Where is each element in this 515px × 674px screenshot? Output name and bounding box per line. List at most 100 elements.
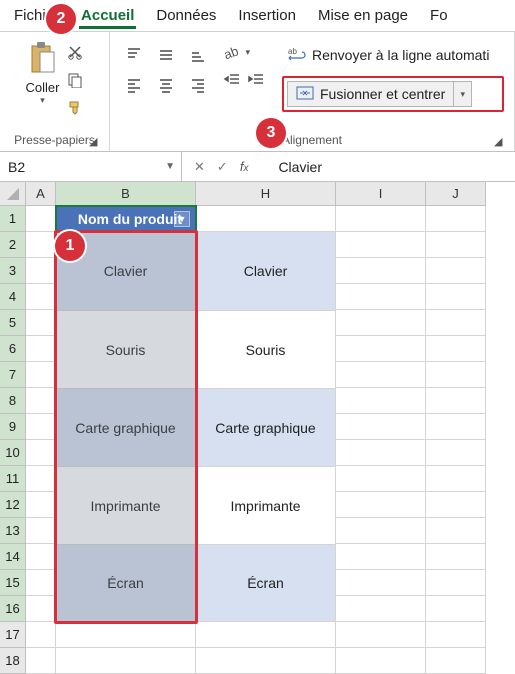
name-box-dropdown-icon[interactable]: ▼ xyxy=(165,161,175,172)
grid-cell[interactable] xyxy=(426,570,486,596)
grid-cell[interactable] xyxy=(336,388,426,414)
name-box[interactable]: B2 ▼ xyxy=(0,152,182,181)
align-top-icon[interactable] xyxy=(120,42,148,68)
paste-icon[interactable] xyxy=(25,36,61,80)
grid-cell[interactable] xyxy=(426,310,486,336)
merge-center-dropdown-icon[interactable]: ▾ xyxy=(454,81,472,107)
tab-insert[interactable]: Insertion xyxy=(236,3,298,28)
align-right-icon[interactable] xyxy=(184,72,212,98)
grid-cell[interactable] xyxy=(426,518,486,544)
grid-cell[interactable] xyxy=(26,414,56,440)
format-painter-icon[interactable] xyxy=(65,98,85,118)
paste-label[interactable]: Coller xyxy=(26,80,60,95)
cell-h-merged-4[interactable]: Imprimante xyxy=(196,466,336,544)
grid-cell[interactable] xyxy=(426,492,486,518)
grid-cell[interactable] xyxy=(426,336,486,362)
grid-cell[interactable] xyxy=(336,336,426,362)
cell-h-merged-5[interactable]: Écran xyxy=(196,544,336,622)
grid-cell[interactable] xyxy=(426,362,486,388)
decrease-indent-icon[interactable] xyxy=(222,70,242,90)
grid-cell[interactable] xyxy=(26,336,56,362)
clipboard-dialog-launcher-icon[interactable]: ◢ xyxy=(89,135,103,149)
grid-cell[interactable] xyxy=(26,388,56,414)
grid-cell[interactable] xyxy=(26,648,56,674)
copy-icon[interactable] xyxy=(65,70,85,90)
row-header[interactable]: 4 xyxy=(0,284,26,310)
align-left-icon[interactable] xyxy=(120,72,148,98)
row-header[interactable]: 12 xyxy=(0,492,26,518)
grid-cell[interactable] xyxy=(56,648,196,674)
cancel-formula-icon[interactable]: ✕ xyxy=(194,159,205,175)
grid-cell[interactable] xyxy=(336,206,426,232)
grid-cell[interactable] xyxy=(426,466,486,492)
row-header[interactable]: 8 xyxy=(0,388,26,414)
grid-cell[interactable] xyxy=(196,622,336,648)
row-header[interactable]: 13 xyxy=(0,518,26,544)
row-header[interactable]: 18 xyxy=(0,648,26,674)
grid-cell[interactable] xyxy=(336,622,426,648)
grid-cell[interactable] xyxy=(26,206,56,232)
grid-cell[interactable] xyxy=(426,414,486,440)
grid-cell[interactable] xyxy=(196,206,336,232)
grid-cell[interactable] xyxy=(336,492,426,518)
row-header[interactable]: 14 xyxy=(0,544,26,570)
col-header-a[interactable]: A xyxy=(26,182,56,206)
grid-cell[interactable] xyxy=(26,232,56,258)
enter-formula-icon[interactable]: ✓ xyxy=(217,159,228,175)
grid-cell[interactable] xyxy=(26,596,56,622)
row-header[interactable]: 7 xyxy=(0,362,26,388)
grid-cell[interactable] xyxy=(26,622,56,648)
grid-cell[interactable] xyxy=(336,648,426,674)
grid-cell[interactable] xyxy=(336,466,426,492)
grid-cell[interactable] xyxy=(26,310,56,336)
grid-cell[interactable] xyxy=(336,414,426,440)
row-header[interactable]: 5 xyxy=(0,310,26,336)
cell-b-merged-1[interactable]: Clavier xyxy=(56,232,196,310)
cell-h-merged-2[interactable]: Souris xyxy=(196,310,336,388)
col-header-b[interactable]: B xyxy=(56,182,196,206)
tab-page-layout[interactable]: Mise en page xyxy=(316,3,410,28)
grid-cell[interactable] xyxy=(426,622,486,648)
table-header-b[interactable]: Nom du produit ▼ xyxy=(56,206,196,232)
cell-h-merged-1[interactable]: Clavier xyxy=(196,232,336,310)
align-middle-icon[interactable] xyxy=(152,42,180,68)
row-header[interactable]: 2 xyxy=(0,232,26,258)
grid-cell[interactable] xyxy=(426,596,486,622)
filter-dropdown-icon[interactable]: ▼ xyxy=(174,211,190,227)
cell-h-merged-3[interactable]: Carte graphique xyxy=(196,388,336,466)
cell-b-merged-2[interactable]: Souris xyxy=(56,310,196,388)
grid-cell[interactable] xyxy=(426,648,486,674)
row-header[interactable]: 9 xyxy=(0,414,26,440)
row-header[interactable]: 16 xyxy=(0,596,26,622)
formula-bar[interactable]: Clavier xyxy=(268,159,515,175)
grid-cell[interactable] xyxy=(196,648,336,674)
grid-cell[interactable] xyxy=(26,518,56,544)
grid-cell[interactable] xyxy=(26,544,56,570)
row-header[interactable]: 1 xyxy=(0,206,26,232)
cell-b-merged-4[interactable]: Imprimante xyxy=(56,466,196,544)
grid-cell[interactable] xyxy=(56,622,196,648)
grid-cell[interactable] xyxy=(26,440,56,466)
grid-cell[interactable] xyxy=(336,232,426,258)
grid-cell[interactable] xyxy=(336,570,426,596)
row-header[interactable]: 3 xyxy=(0,258,26,284)
grid-cell[interactable] xyxy=(426,544,486,570)
cell-b-merged-5[interactable]: Écran xyxy=(56,544,196,622)
col-header-j[interactable]: J xyxy=(426,182,486,206)
row-header[interactable]: 6 xyxy=(0,336,26,362)
grid-cell[interactable] xyxy=(26,284,56,310)
tab-home[interactable]: Accueil xyxy=(79,3,136,28)
tab-data[interactable]: Données xyxy=(154,3,218,28)
grid-cell[interactable] xyxy=(26,492,56,518)
cut-icon[interactable] xyxy=(65,42,85,62)
grid-cell[interactable] xyxy=(26,466,56,492)
grid-cell[interactable] xyxy=(26,570,56,596)
grid-cell[interactable] xyxy=(336,518,426,544)
tab-formulas-cut[interactable]: Fo xyxy=(428,3,450,28)
grid-cell[interactable] xyxy=(336,258,426,284)
grid-cell[interactable] xyxy=(26,362,56,388)
grid-cell[interactable] xyxy=(426,440,486,466)
grid-cell[interactable] xyxy=(426,284,486,310)
align-bottom-icon[interactable] xyxy=(184,42,212,68)
row-header[interactable]: 15 xyxy=(0,570,26,596)
